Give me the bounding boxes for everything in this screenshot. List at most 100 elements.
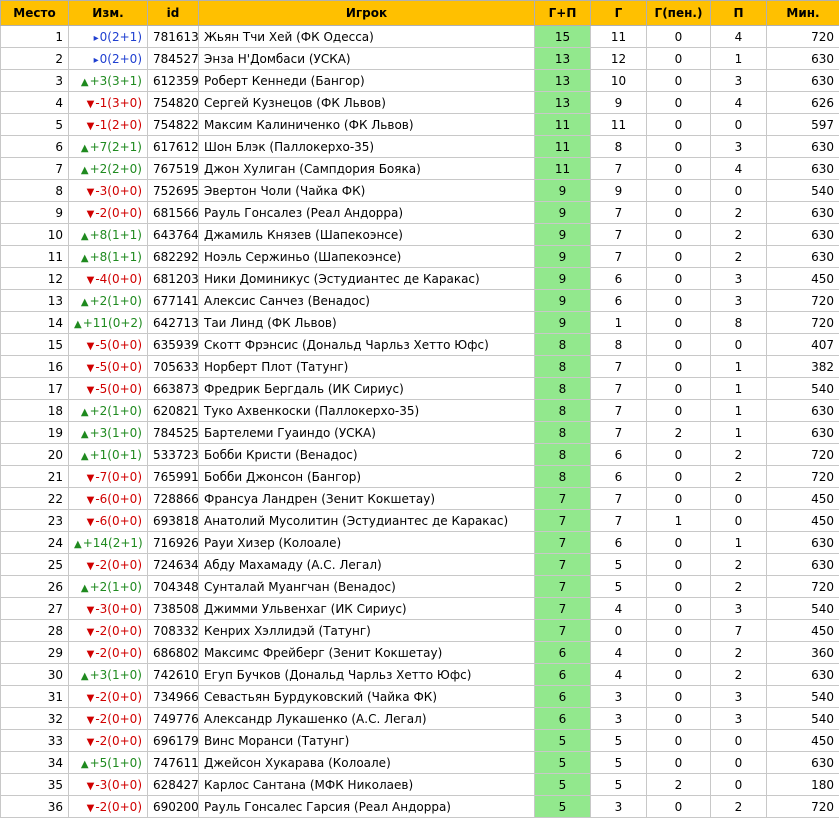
- table-row[interactable]: 6 ▲+7(2+1) 617612 Шон Блэк (Паллокерхо-35) 1…: [0, 135, 839, 158]
- change-cell: ▼-7(0+0): [68, 465, 148, 488]
- table-row[interactable]: 18 ▲+2(1+0) 620821 Туко Ахвенкоски (Паллоке…: [0, 399, 839, 422]
- col-header-goals-assists[interactable]: Г+П: [534, 0, 591, 26]
- penalty-goals-cell: 0: [646, 91, 711, 114]
- goals-cell: 4: [590, 597, 647, 620]
- penalty-goals-cell: 0: [646, 157, 711, 180]
- goals-assists-cell: 5: [534, 795, 591, 818]
- minutes-cell: 630: [766, 157, 839, 180]
- minutes-cell: 626: [766, 91, 839, 114]
- goals-cell: 7: [590, 245, 647, 268]
- table-row[interactable]: 13 ▲+2(1+0) 677141 Алексис Санчез (Венадос)…: [0, 289, 839, 312]
- goals-assists-cell: 9: [534, 289, 591, 312]
- id-cell: 724634: [147, 553, 199, 576]
- table-row[interactable]: 33 ▼-2(0+0) 696179 Винс Моранси (Татунг) 5 5 0…: [0, 729, 839, 752]
- col-header-goals[interactable]: Г: [590, 0, 647, 26]
- penalty-goals-cell: 0: [646, 201, 711, 224]
- player-cell: Фредрик Бергдаль (ИК Сириус): [198, 377, 535, 400]
- place-cell: 28: [0, 619, 69, 642]
- col-header-player[interactable]: Игрок: [198, 0, 535, 26]
- goals-assists-cell: 8: [534, 399, 591, 422]
- table-row[interactable]: 26 ▲+2(1+0) 704348 Сунталай Муангчан (Венад…: [0, 575, 839, 598]
- assists-cell: 1: [710, 399, 767, 422]
- table-row[interactable]: 28 ▼-2(0+0) 708332 Кенрих Хэллидэй (Татунг)…: [0, 619, 839, 642]
- id-cell: 620821: [147, 399, 199, 422]
- change-cell: ▼-5(0+0): [68, 377, 148, 400]
- minutes-cell: 540: [766, 597, 839, 620]
- table-row[interactable]: 9 ▼-2(0+0) 681566 Рауль Гонсалез (Реал Андо…: [0, 201, 839, 224]
- goals-assists-cell: 7: [534, 509, 591, 532]
- penalty-goals-cell: 0: [646, 223, 711, 246]
- table-row[interactable]: 24 ▲+14(2+1) 716926 Рауи Хизер (Колоале) 7 6 0…: [0, 531, 839, 554]
- id-cell: 747611: [147, 751, 199, 774]
- change-value: -2(0+0): [95, 799, 142, 814]
- id-cell: 677141: [147, 289, 199, 312]
- goals-cell: 8: [590, 135, 647, 158]
- penalty-goals-cell: 0: [646, 69, 711, 92]
- minutes-cell: 630: [766, 135, 839, 158]
- table-row[interactable]: 8 ▼-3(0+0) 752695 Эвертон Чоли (Чайка ФК) 9 9…: [0, 179, 839, 202]
- triangle-down-icon: ▼: [86, 98, 95, 110]
- id-cell: 533723: [147, 443, 199, 466]
- goals-assists-cell: 8: [534, 355, 591, 378]
- penalty-goals-cell: 0: [646, 399, 711, 422]
- table-row[interactable]: 29 ▼-2(0+0) 686802 Максимс Фрейберг (Зенит …: [0, 641, 839, 664]
- table-row[interactable]: 2 ▸0(2+0) 784527 Энза Н'Домбаси (УСКА) 13 12 0…: [0, 47, 839, 70]
- table-row[interactable]: 5 ▼-1(2+0) 754822 Максим Калиниченко (ФК Ль…: [0, 113, 839, 136]
- triangle-up-icon: ▲: [80, 164, 89, 176]
- minutes-cell: 450: [766, 509, 839, 532]
- goals-assists-cell: 7: [534, 553, 591, 576]
- minutes-cell: 540: [766, 377, 839, 400]
- col-header-change[interactable]: Изм.: [68, 0, 148, 26]
- player-cell: Эвертон Чоли (Чайка ФК): [198, 179, 535, 202]
- goals-assists-cell: 5: [534, 773, 591, 796]
- goals-cell: 3: [590, 685, 647, 708]
- change-cell: ▲+14(2+1): [68, 531, 148, 554]
- place-cell: 8: [0, 179, 69, 202]
- table-row[interactable]: 35 ▼-3(0+0) 628427 Карлос Сантана (МФК Нико…: [0, 773, 839, 796]
- table-row[interactable]: 10 ▲+8(1+1) 643764 Джамиль Князев (Шапекоэн…: [0, 223, 839, 246]
- col-header-minutes[interactable]: Мин.: [766, 0, 839, 26]
- table-row[interactable]: 17 ▼-5(0+0) 663873 Фредрик Бергдаль (ИК Сир…: [0, 377, 839, 400]
- table-row[interactable]: 14 ▲+11(0+2) 642713 Таи Линд (ФК Львов) 9 1 0 8…: [0, 311, 839, 334]
- id-cell: 663873: [147, 377, 199, 400]
- col-header-assists[interactable]: П: [710, 0, 767, 26]
- triangle-up-icon: ▲: [80, 450, 89, 462]
- table-row[interactable]: 31 ▼-2(0+0) 734966 Севастьян Бурдуковский (…: [0, 685, 839, 708]
- table-row[interactable]: 36 ▼-2(0+0) 690200 Рауль Гонсалес Гарсия (Р…: [0, 795, 839, 818]
- table-row[interactable]: 12 ▼-4(0+0) 681203 Ники Доминикус (Эстудиан…: [0, 267, 839, 290]
- table-row[interactable]: 34 ▲+5(1+0) 747611 Джейсон Хукарава (Колоал…: [0, 751, 839, 774]
- place-cell: 7: [0, 157, 69, 180]
- table-row[interactable]: 3 ▲+3(3+1) 612359 Роберт Кеннеди (Бангор) 13…: [0, 69, 839, 92]
- player-cell: Севастьян Бурдуковский (Чайка ФК): [198, 685, 535, 708]
- table-row[interactable]: 27 ▼-3(0+0) 738508 Джимми Ульвенхаг (ИК Сир…: [0, 597, 839, 620]
- table-row[interactable]: 32 ▼-2(0+0) 749776 Александр Лукашенко (А.С…: [0, 707, 839, 730]
- col-header-id[interactable]: id: [147, 0, 199, 26]
- change-value: +11(0+2): [82, 315, 143, 330]
- table-row[interactable]: 16 ▼-5(0+0) 705633 Норберт Плот (Татунг) 8 7 0…: [0, 355, 839, 378]
- change-cell: ▲+8(1+1): [68, 223, 148, 246]
- table-row[interactable]: 22 ▼-6(0+0) 728866 Франсуа Ландрен (Зенит К…: [0, 487, 839, 510]
- goals-cell: 3: [590, 707, 647, 730]
- table-row[interactable]: 21 ▼-7(0+0) 765991 Бобби Джонсон (Бангор) 8 6…: [0, 465, 839, 488]
- table-row[interactable]: 25 ▼-2(0+0) 724634 Абду Махамаду (А.С. Лега…: [0, 553, 839, 576]
- change-cell: ▸0(2+0): [68, 47, 148, 70]
- table-row[interactable]: 4 ▼-1(3+0) 754820 Сергей Кузнецов (ФК Львов…: [0, 91, 839, 114]
- minutes-cell: 382: [766, 355, 839, 378]
- table-row[interactable]: 7 ▲+2(2+0) 767519 Джон Хулиган (Сампдория Б…: [0, 157, 839, 180]
- change-value: -2(0+0): [95, 711, 142, 726]
- player-cell: Жьян Тчи Хей (ФК Одесса): [198, 25, 535, 48]
- table-row[interactable]: 11 ▲+8(1+1) 682292 Ноэль Сержиньо (Шапекоэн…: [0, 245, 839, 268]
- col-header-place[interactable]: Место: [0, 0, 69, 26]
- place-cell: 10: [0, 223, 69, 246]
- change-cell: ▼-3(0+0): [68, 597, 148, 620]
- change-value: -2(0+0): [95, 557, 142, 572]
- place-cell: 33: [0, 729, 69, 752]
- col-header-penalty-goals[interactable]: Г(пен.): [646, 0, 711, 26]
- table-row[interactable]: 15 ▼-5(0+0) 635939 Скотт Фрэнсис (Дональд Ч…: [0, 333, 839, 356]
- table-row[interactable]: 20 ▲+1(0+1) 533723 Бобби Кристи (Венадос) 8 6…: [0, 443, 839, 466]
- table-row[interactable]: 30 ▲+3(1+0) 742610 Егуп Бучков (Дональд Чар…: [0, 663, 839, 686]
- table-row[interactable]: 1 ▸0(2+1) 781613 Жьян Тчи Хей (ФК Одесса) 15…: [0, 25, 839, 48]
- id-cell: 734966: [147, 685, 199, 708]
- table-row[interactable]: 19 ▲+3(1+0) 784525 Бартелеми Гуаиндо (УСКА)…: [0, 421, 839, 444]
- table-row[interactable]: 23 ▼-6(0+0) 693818 Анатолий Мусолитин (Эсту…: [0, 509, 839, 532]
